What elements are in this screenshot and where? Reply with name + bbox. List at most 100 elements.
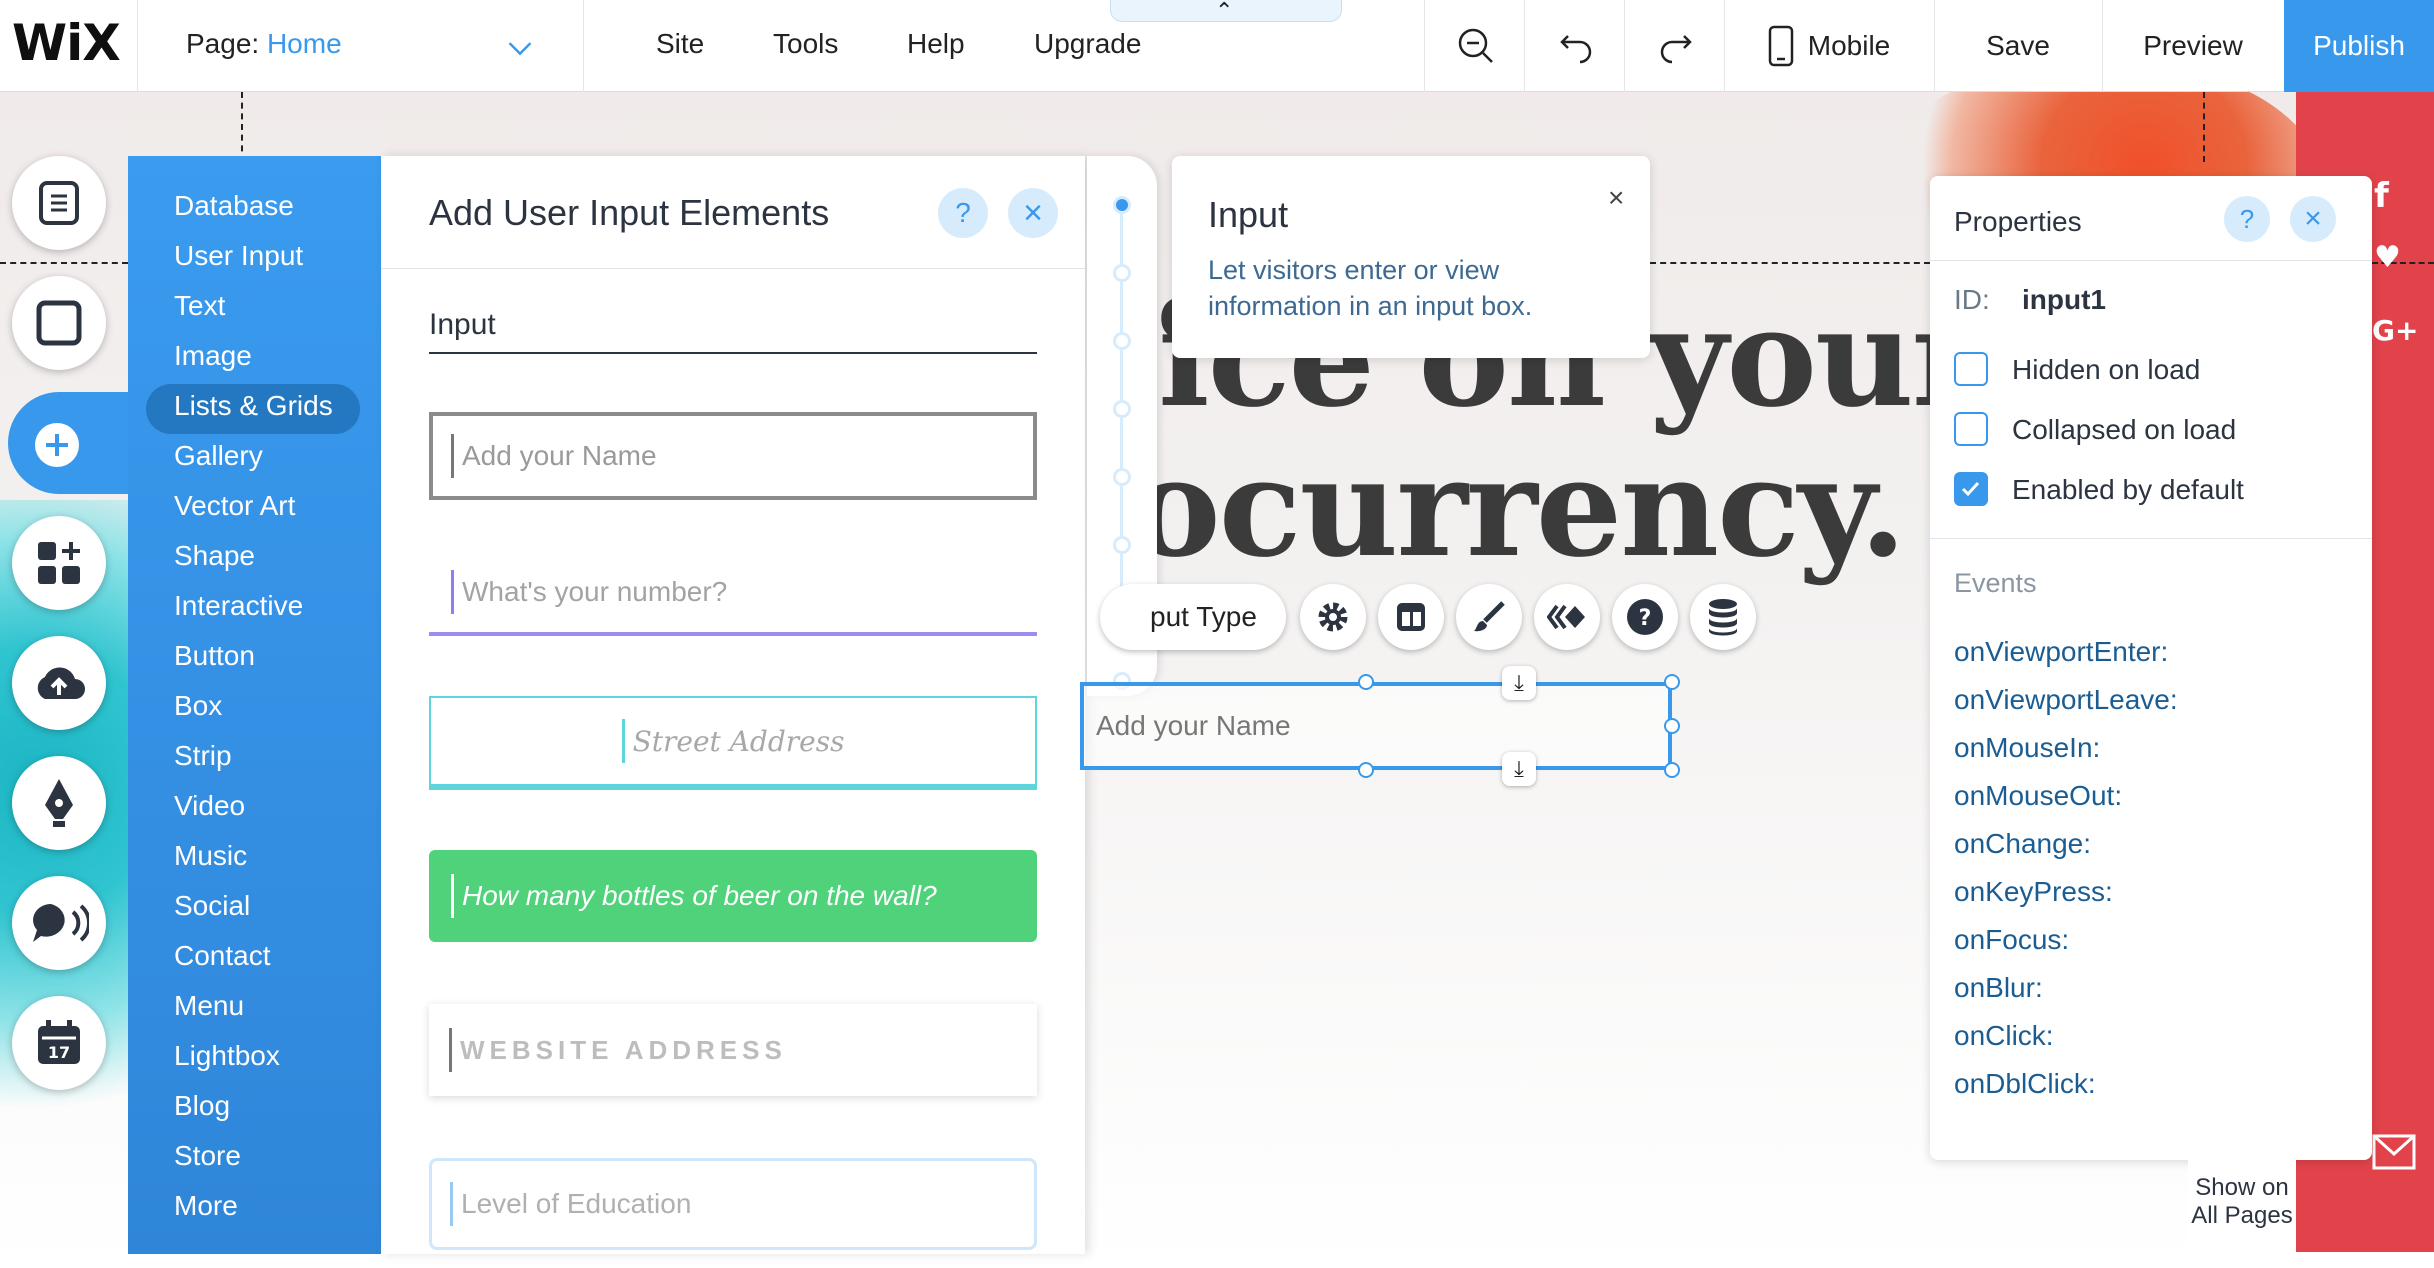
event-handler-onclick[interactable]: onClick: bbox=[1954, 1020, 2054, 1052]
background-button[interactable] bbox=[12, 276, 106, 370]
resize-handle[interactable] bbox=[1358, 762, 1374, 778]
category-gallery[interactable]: Gallery bbox=[174, 440, 263, 472]
add-apps-button[interactable] bbox=[12, 516, 106, 610]
category-contact[interactable]: Contact bbox=[174, 940, 271, 972]
category-strip[interactable]: Strip bbox=[174, 740, 232, 772]
category-box[interactable]: Box bbox=[174, 690, 222, 722]
mail-icon[interactable] bbox=[2372, 1134, 2416, 1170]
event-handler-onviewportleave[interactable]: onViewportLeave: bbox=[1954, 684, 2178, 716]
download-anchor-icon[interactable]: ⤓ bbox=[1502, 752, 1536, 786]
event-handler-ondblclick[interactable]: onDblClick: bbox=[1954, 1068, 2096, 1100]
category-more[interactable]: More bbox=[174, 1190, 238, 1222]
resize-handle[interactable] bbox=[1358, 674, 1374, 690]
undo-icon[interactable] bbox=[1556, 26, 1596, 66]
facebook-icon[interactable]: f bbox=[2374, 176, 2389, 216]
publish-button[interactable]: Publish bbox=[2284, 0, 2434, 92]
google-plus-icon[interactable]: G+ bbox=[2372, 314, 2418, 347]
rail-dot[interactable] bbox=[1113, 536, 1131, 554]
chevron-down-icon[interactable] bbox=[508, 32, 532, 56]
download-anchor-icon[interactable]: ⤓ bbox=[1502, 666, 1536, 700]
input-type-button[interactable]: put Type bbox=[1100, 584, 1286, 650]
input-preset-street[interactable]: Street Address bbox=[429, 696, 1037, 790]
menu-help[interactable]: Help bbox=[907, 28, 965, 60]
pages-menu-button[interactable] bbox=[12, 156, 106, 250]
category-button[interactable]: Button bbox=[174, 640, 255, 672]
twitter-icon[interactable]: ♥ bbox=[2374, 240, 2401, 275]
event-handler-onviewportenter[interactable]: onViewportEnter: bbox=[1954, 636, 2168, 668]
layout-button[interactable] bbox=[1378, 584, 1444, 650]
animation-button[interactable] bbox=[1534, 584, 1600, 650]
event-handler-onchange[interactable]: onChange: bbox=[1954, 828, 2091, 860]
redo-icon[interactable] bbox=[1656, 26, 1696, 66]
preview-button[interactable]: Preview bbox=[2102, 0, 2284, 92]
help-button[interactable]: ? bbox=[938, 188, 988, 238]
design-button[interactable] bbox=[1456, 584, 1522, 650]
rail-dot[interactable] bbox=[1113, 400, 1131, 418]
input-preset-number[interactable]: What's your number? bbox=[429, 552, 1037, 636]
hidden-on-load-checkbox[interactable] bbox=[1954, 352, 1988, 386]
collapsed-on-load-checkbox[interactable] bbox=[1954, 412, 1988, 446]
category-text[interactable]: Text bbox=[174, 290, 225, 322]
help-button[interactable]: ? bbox=[2224, 196, 2270, 242]
chevron-up-icon: ⌃ bbox=[1215, 0, 1234, 23]
chat-button[interactable] bbox=[12, 876, 106, 970]
input-preset-beer[interactable]: How many bottles of beer on the wall? bbox=[429, 850, 1037, 942]
input-preset-website[interactable]: WEBSITE ADDRESS bbox=[429, 1004, 1037, 1096]
menu-site[interactable]: Site bbox=[656, 28, 704, 60]
resize-handle[interactable] bbox=[1664, 674, 1680, 690]
menu-tools[interactable]: Tools bbox=[773, 28, 838, 60]
help-button[interactable]: ? bbox=[1612, 584, 1678, 650]
category-vector-art[interactable]: Vector Art bbox=[174, 490, 295, 522]
divider bbox=[583, 0, 584, 92]
enabled-by-default-checkbox[interactable] bbox=[1954, 472, 1988, 506]
input-preset-name[interactable]: Add your Name bbox=[429, 412, 1037, 500]
zoom-out-icon[interactable] bbox=[1456, 26, 1496, 66]
category-image[interactable]: Image bbox=[174, 340, 252, 372]
close-icon[interactable]: × bbox=[1608, 182, 1624, 214]
selected-input-element[interactable]: Add your Name bbox=[1080, 682, 1672, 770]
add-icon[interactable] bbox=[34, 422, 80, 468]
event-handler-onkeypress[interactable]: onKeyPress: bbox=[1954, 876, 2113, 908]
category-shape[interactable]: Shape bbox=[174, 540, 255, 572]
id-value[interactable]: input1 bbox=[2022, 284, 2106, 316]
event-handler-onmousein[interactable]: onMouseIn: bbox=[1954, 732, 2100, 764]
close-panel-button[interactable]: × bbox=[1008, 188, 1058, 238]
connect-data-button[interactable] bbox=[1690, 584, 1756, 650]
category-interactive[interactable]: Interactive bbox=[174, 590, 303, 622]
menu-upgrade[interactable]: Upgrade bbox=[1034, 28, 1141, 60]
rail-dot[interactable] bbox=[1113, 468, 1131, 486]
category-video[interactable]: Video bbox=[174, 790, 245, 822]
input-preset-education[interactable]: Level of Education bbox=[429, 1158, 1037, 1250]
settings-button[interactable] bbox=[1300, 584, 1366, 650]
wix-logo[interactable]: WiX bbox=[12, 14, 121, 72]
category-social[interactable]: Social bbox=[174, 890, 250, 922]
category-user-input[interactable]: User Input bbox=[174, 240, 303, 272]
event-handler-onmouseout[interactable]: onMouseOut: bbox=[1954, 780, 2122, 812]
bookings-button[interactable]: 17 bbox=[12, 996, 106, 1090]
category-blog[interactable]: Blog bbox=[174, 1090, 230, 1122]
rail-dot[interactable] bbox=[1113, 332, 1131, 350]
divider bbox=[1424, 0, 1425, 92]
save-button[interactable]: Save bbox=[1934, 0, 2102, 92]
category-database[interactable]: Database bbox=[174, 190, 294, 222]
category-store[interactable]: Store bbox=[174, 1140, 241, 1172]
rail-dot[interactable] bbox=[1113, 264, 1131, 282]
event-handler-onblur[interactable]: onBlur: bbox=[1954, 972, 2043, 1004]
category-music[interactable]: Music bbox=[174, 840, 247, 872]
resize-handle[interactable] bbox=[1664, 762, 1680, 778]
media-upload-button[interactable] bbox=[12, 636, 106, 730]
category-menu[interactable]: Menu bbox=[174, 990, 244, 1022]
blog-button[interactable] bbox=[12, 756, 106, 850]
category-lightbox[interactable]: Lightbox bbox=[174, 1040, 280, 1072]
event-handler-onfocus[interactable]: onFocus: bbox=[1954, 924, 2069, 956]
mobile-view-button[interactable]: Mobile bbox=[1724, 0, 1934, 92]
page-value: Home bbox=[266, 28, 342, 59]
close-panel-button[interactable]: × bbox=[2290, 196, 2336, 242]
hero-text-line-2[interactable]: ocurrency. bbox=[1130, 428, 1907, 588]
resize-handle[interactable] bbox=[1664, 718, 1680, 734]
category-lists-grids[interactable]: Lists & Grids bbox=[174, 390, 333, 422]
collapse-topbar-tab[interactable]: ⌃ bbox=[1110, 0, 1342, 23]
page-selector[interactable]: Page: Home bbox=[186, 28, 342, 60]
show-on-all-pages-button[interactable]: Show on All Pages bbox=[2188, 1160, 2296, 1252]
rail-dot-active[interactable] bbox=[1113, 196, 1131, 214]
